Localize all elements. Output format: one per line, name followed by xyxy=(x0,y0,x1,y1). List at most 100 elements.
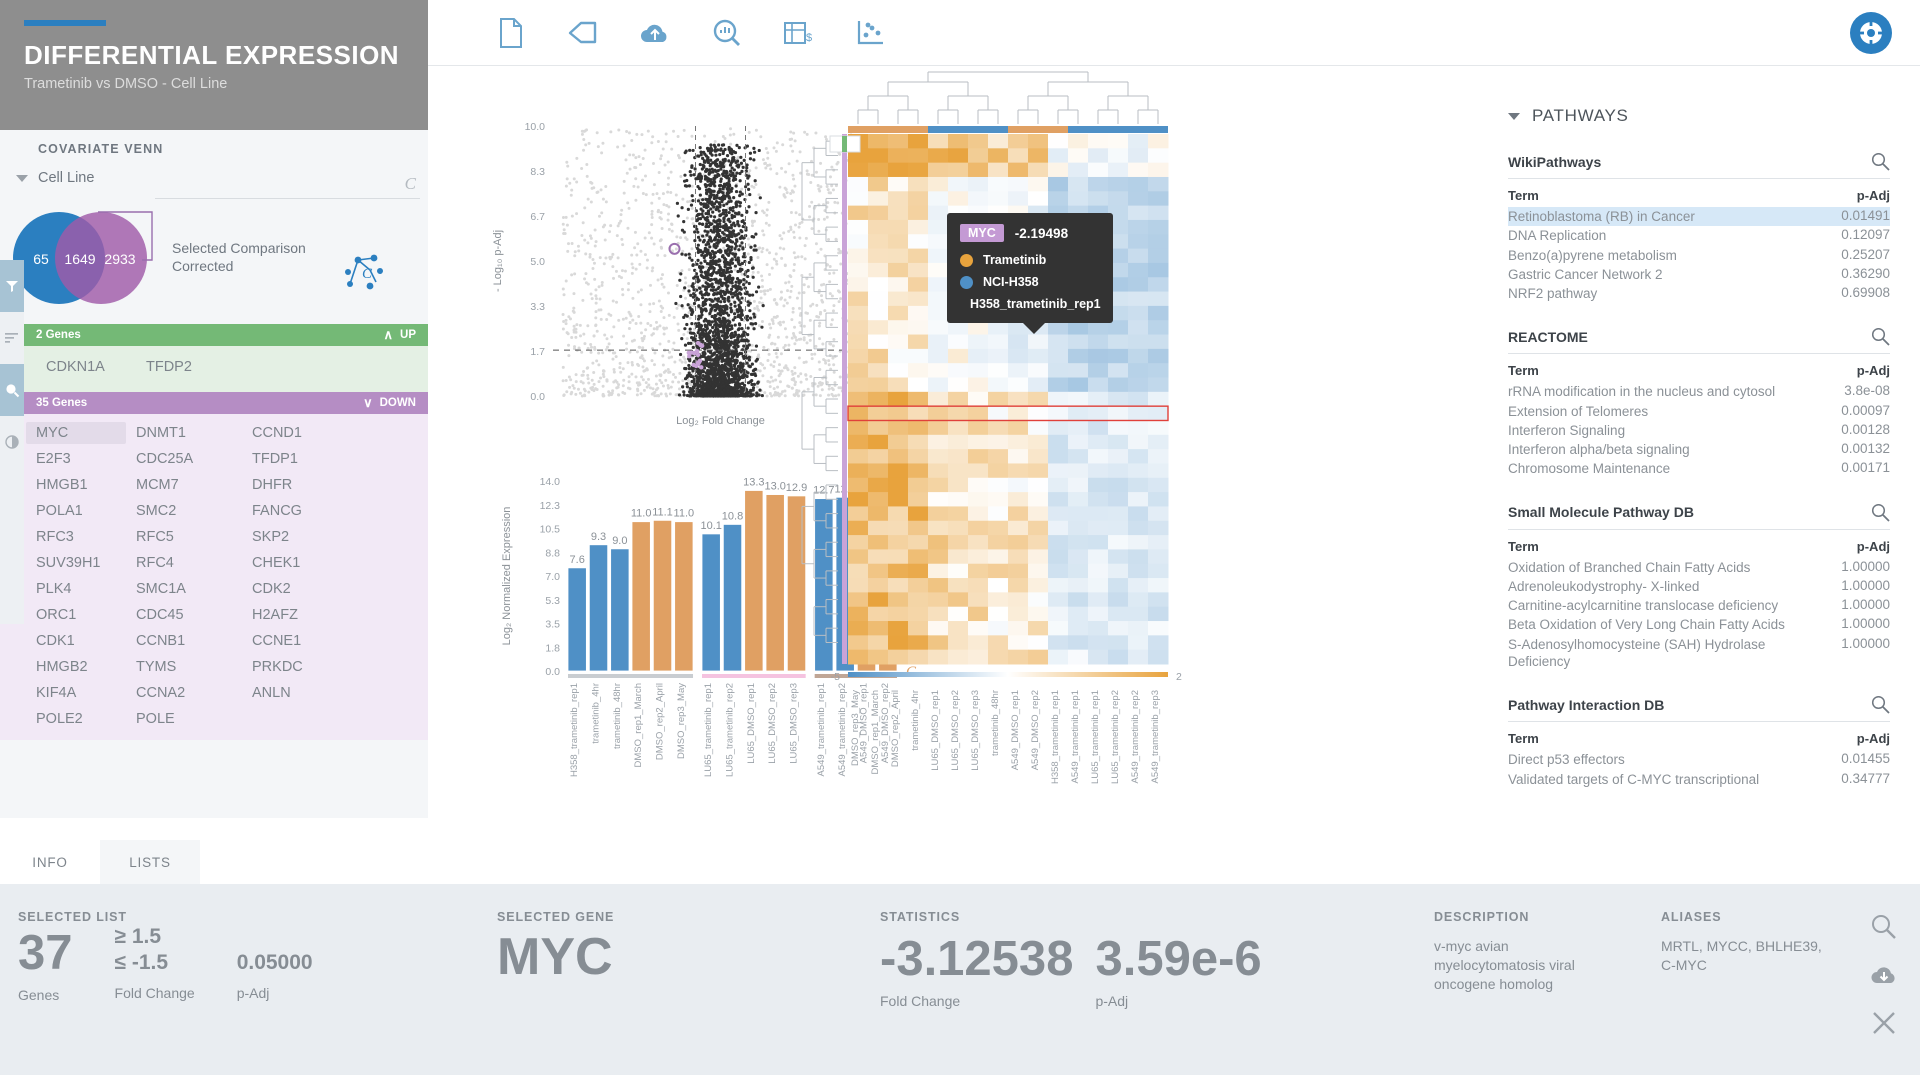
gene-item[interactable]: CDK1 xyxy=(26,630,126,652)
network-graph-icon[interactable]: C xyxy=(340,250,386,292)
gene-item[interactable]: KIF4A xyxy=(26,682,126,704)
heatmap-x-tick: trametinib_48hr xyxy=(990,690,1001,756)
gene-item[interactable]: RFC4 xyxy=(126,552,242,574)
gene-item[interactable]: HMGB2 xyxy=(26,656,126,678)
table-stats-icon[interactable]: $ xyxy=(782,16,816,50)
gene-item[interactable]: CDKN1A xyxy=(36,356,136,378)
pathway-row[interactable]: Retinoblastoma (RB) in Cancer 0.01491 xyxy=(1508,207,1890,227)
down-gene-group-header[interactable]: 35 Genes ∨ DOWN xyxy=(0,392,428,414)
covariate-selector[interactable]: Cell Line xyxy=(16,170,94,186)
gene-item[interactable]: RFC3 xyxy=(26,526,126,548)
gene-item[interactable]: CCND1 xyxy=(242,422,428,444)
pathway-row[interactable]: S-Adenosylhomocysteine (SAH) Hydrolase D… xyxy=(1508,635,1890,672)
gene-item[interactable]: DHFR xyxy=(242,474,428,496)
gene-item[interactable]: PRKDC xyxy=(242,656,428,678)
page-title: DIFFERENTIAL EXPRESSION xyxy=(24,40,400,70)
bar[interactable] xyxy=(701,533,721,672)
gene-item[interactable]: CCNE1 xyxy=(242,630,428,652)
pathway-row[interactable]: Beta Oxidation of Very Long Chain Fatty … xyxy=(1508,615,1890,634)
plots-svg[interactable]: 0.0 1.7 3.3 5.0 6.7 8.3 10.0 - Log₁₀ p-Adj Log₂ … xyxy=(428,66,1478,884)
gene-item[interactable]: TFDP2 xyxy=(136,356,252,378)
bar-group-band xyxy=(568,674,694,678)
gene-item[interactable]: SUV39H1 xyxy=(26,552,126,574)
bar[interactable] xyxy=(674,521,694,672)
gene-item[interactable]: SMC1A xyxy=(126,578,242,600)
gene-item[interactable]: POLE2 xyxy=(26,708,126,730)
gene-item[interactable]: CDC45 xyxy=(126,604,242,626)
bar[interactable] xyxy=(610,548,630,672)
gene-item[interactable]: CHEK1 xyxy=(242,552,428,574)
pathway-row[interactable]: Carnitine-acylcarnitine translocase defi… xyxy=(1508,596,1890,615)
close-icon[interactable] xyxy=(1871,1010,1897,1036)
gene-item[interactable]: ANLN xyxy=(242,682,428,704)
bar[interactable] xyxy=(631,521,651,672)
pathway-row[interactable]: Chromosome Maintenance 0.00171 xyxy=(1508,459,1890,478)
gene-item[interactable]: SMC2 xyxy=(126,500,242,522)
tab-info[interactable]: INFO xyxy=(0,840,100,884)
pathway-row[interactable]: Validated targets of C-MYC transcription… xyxy=(1508,770,1890,789)
bar[interactable] xyxy=(765,494,785,672)
contrast-icon[interactable] xyxy=(0,416,24,468)
up-gene-group-header[interactable]: 2 Genes ∧ UP xyxy=(0,324,428,346)
gene-item[interactable]: POLE xyxy=(126,708,242,730)
gene-item[interactable]: MCM7 xyxy=(126,474,242,496)
heatmap-col-annotation xyxy=(1148,126,1168,133)
gene-item[interactable]: CCNB1 xyxy=(126,630,242,652)
gene-item[interactable]: TYMS xyxy=(126,656,242,678)
pathway-row[interactable]: rRNA modification in the nucleus and cyt… xyxy=(1508,382,1890,401)
cloud-download-icon[interactable] xyxy=(1870,964,1898,986)
pathway-row[interactable]: Interferon alpha/beta signaling 0.00132 xyxy=(1508,440,1890,459)
gene-item[interactable]: ORC1 xyxy=(26,604,126,626)
gene-item[interactable]: H2AFZ xyxy=(242,604,428,626)
pathway-row[interactable]: Oxidation of Branched Chain Fatty Acids 1… xyxy=(1508,558,1890,577)
tab-lists[interactable]: LISTS xyxy=(100,840,200,884)
tag-icon[interactable] xyxy=(566,16,600,50)
gene-item[interactable]: HMGB1 xyxy=(26,474,126,496)
bar[interactable] xyxy=(744,490,764,672)
scatter-plot-icon[interactable] xyxy=(854,16,888,50)
gene-item[interactable]: DNMT1 xyxy=(126,422,242,444)
gene-item[interactable]: POLA1 xyxy=(26,500,126,522)
pathways-header[interactable]: PATHWAYS xyxy=(1508,106,1890,126)
sort-icon[interactable] xyxy=(0,312,24,364)
pathway-row[interactable]: Direct p53 effectors 0.01455 xyxy=(1508,750,1890,769)
gene-item[interactable]: E2F3 xyxy=(26,448,126,470)
filter-icon[interactable] xyxy=(0,260,24,312)
statistics-section: STATISTICS -3.12538 Fold Change 3.59e-6 … xyxy=(880,910,1262,1009)
search-icon[interactable] xyxy=(1871,152,1890,171)
bar[interactable] xyxy=(567,567,587,672)
gene-item[interactable]: MYC xyxy=(26,422,126,444)
pathway-row[interactable]: Adrenoleukodystrophy- X-linked 1.00000 xyxy=(1508,577,1890,596)
gene-item[interactable]: TFDP1 xyxy=(242,448,428,470)
bar[interactable] xyxy=(786,495,807,672)
heatmap-row-annotation xyxy=(842,134,847,664)
cloud-upload-icon[interactable] xyxy=(638,16,672,50)
bar[interactable] xyxy=(722,524,743,672)
pathway-row[interactable]: Extension of Telomeres 0.00097 xyxy=(1508,402,1890,421)
search-icon[interactable] xyxy=(1871,327,1890,346)
search-icon[interactable] xyxy=(1871,695,1890,714)
bar[interactable] xyxy=(652,519,673,672)
search-icon[interactable] xyxy=(0,364,24,416)
gene-item[interactable]: SKP2 xyxy=(242,526,428,548)
pathway-row[interactable]: Benzo(a)pyrene metabolism 0.25207 xyxy=(1508,246,1890,265)
pathway-row[interactable]: NRF2 pathway 0.69908 xyxy=(1508,284,1890,303)
gene-item[interactable]: CDC25A xyxy=(126,448,242,470)
bar-y-tick: 3.5 xyxy=(545,619,560,631)
heatmap-colorbar xyxy=(848,672,1168,677)
pathway-row[interactable]: DNA Replication 0.12097 xyxy=(1508,226,1890,245)
gene-item[interactable]: RFC5 xyxy=(126,526,242,548)
pathway-row[interactable]: Interferon Signaling 0.00128 xyxy=(1508,421,1890,440)
search-analysis-icon[interactable] xyxy=(710,16,744,50)
pathway-row[interactable]: Gastric Cancer Network 2 0.36290 xyxy=(1508,265,1890,284)
bar[interactable] xyxy=(588,544,609,672)
volcano-selected-point[interactable] xyxy=(668,242,681,255)
gene-item[interactable]: FANCG xyxy=(242,500,428,522)
gene-item[interactable]: CCNA2 xyxy=(126,682,242,704)
search-icon[interactable] xyxy=(1871,503,1890,522)
gene-item[interactable]: CDK2 xyxy=(242,578,428,600)
gear-icon[interactable] xyxy=(1850,12,1892,54)
search-icon[interactable] xyxy=(1871,914,1897,940)
file-icon[interactable] xyxy=(494,16,528,50)
gene-item[interactable]: PLK4 xyxy=(26,578,126,600)
